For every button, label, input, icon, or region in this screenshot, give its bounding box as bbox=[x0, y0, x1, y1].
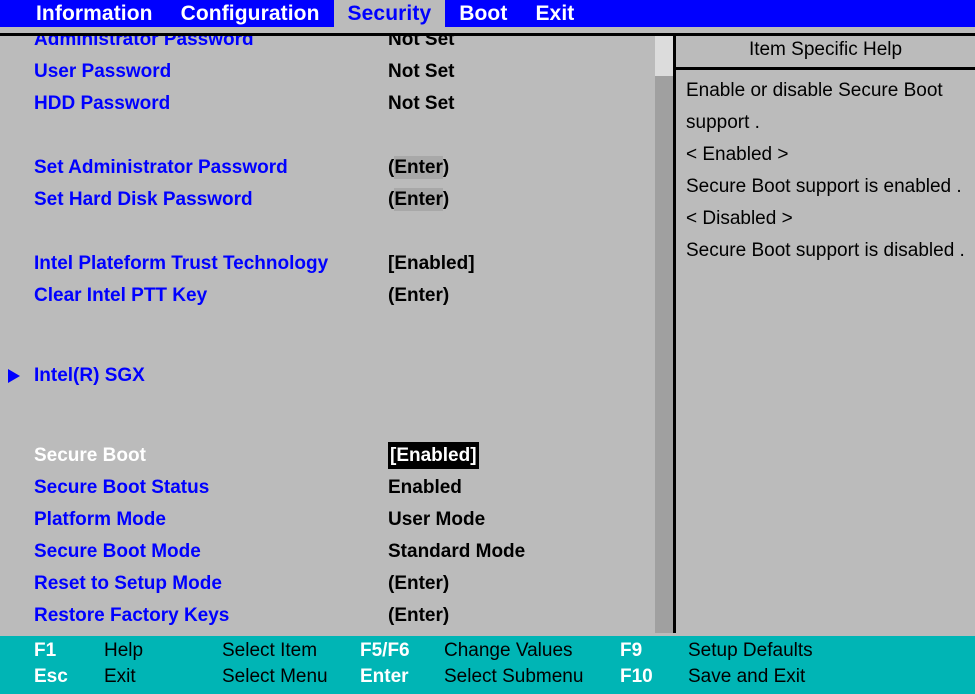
help-text-line: < Enabled > bbox=[686, 139, 966, 171]
setting-row-intel-platform-trust-technology[interactable]: Intel Plateform Trust Technology [Enable… bbox=[0, 248, 650, 280]
setting-row-set-administrator-password[interactable]: Set Administrator Password (Enter) bbox=[0, 152, 650, 184]
menu-tab-boot[interactable]: Boot bbox=[445, 0, 521, 27]
setting-value: (Enter) bbox=[388, 600, 449, 632]
key-setup-defaults-description: Setup Defaults bbox=[688, 638, 813, 664]
setting-value: Standard Mode bbox=[388, 536, 525, 568]
key-f10[interactable]: F10 bbox=[620, 664, 653, 690]
setting-label: Intel Plateform Trust Technology bbox=[34, 248, 328, 280]
setting-value: (Enter) bbox=[388, 568, 449, 600]
settings-scrollbar[interactable] bbox=[655, 33, 673, 633]
setting-label: Reset to Setup Mode bbox=[34, 568, 222, 600]
key-f1-description: Help bbox=[104, 638, 143, 664]
help-panel-title: Item Specific Help bbox=[676, 33, 975, 67]
setting-value-selected: [Enabled] bbox=[388, 442, 479, 469]
help-panel-body: Enable or disable Secure Boot support . … bbox=[686, 75, 966, 267]
setting-row-set-hard-disk-password[interactable]: Set Hard Disk Password (Enter) bbox=[0, 184, 650, 216]
submenu-arrow-icon bbox=[8, 369, 20, 383]
setting-label: Restore Factory Keys bbox=[34, 600, 229, 632]
setting-row-hdd-password[interactable]: HDD Password Not Set bbox=[0, 88, 650, 120]
setting-value: (Enter) bbox=[388, 152, 449, 184]
setting-row-clear-intel-ptt-key[interactable]: Clear Intel PTT Key (Enter) bbox=[0, 280, 650, 312]
key-enter[interactable]: Enter bbox=[360, 664, 409, 690]
setting-row-platform-mode[interactable]: Platform Mode User Mode bbox=[0, 504, 650, 536]
list-spacer bbox=[0, 312, 650, 344]
menu-tab-configuration[interactable]: Configuration bbox=[167, 0, 334, 27]
help-title-divider bbox=[676, 67, 975, 70]
menu-tab-label: Security bbox=[348, 3, 432, 24]
setting-label: Secure Boot Mode bbox=[34, 536, 201, 568]
setting-row-administrator-password[interactable]: Administrator Password Not Set bbox=[0, 33, 650, 56]
key-change-values-description: Change Values bbox=[444, 638, 573, 664]
help-text-line: < Disabled > bbox=[686, 203, 966, 235]
setting-label: Intel(R) SGX bbox=[34, 360, 145, 392]
key-f1[interactable]: F1 bbox=[34, 638, 56, 664]
key-select-menu-description: Select Menu bbox=[222, 664, 328, 690]
scrollbar-thumb[interactable] bbox=[655, 35, 673, 76]
key-f9[interactable]: F9 bbox=[620, 638, 642, 664]
bios-setup-screen: Information Configuration Security Boot … bbox=[0, 0, 975, 694]
setting-label: Administrator Password bbox=[34, 33, 254, 56]
list-spacer bbox=[0, 392, 650, 424]
setting-label: User Password bbox=[34, 56, 171, 88]
menu-tab-label: Configuration bbox=[181, 3, 320, 24]
setting-row-secure-boot-mode[interactable]: Secure Boot Mode Standard Mode bbox=[0, 536, 650, 568]
main-menu-bar: Information Configuration Security Boot … bbox=[0, 0, 975, 27]
help-text-line: Enable or disable Secure Boot bbox=[686, 75, 966, 107]
setting-label: Clear Intel PTT Key bbox=[34, 280, 207, 312]
setting-value: User Mode bbox=[388, 504, 485, 536]
settings-list: Administrator Password Not Set User Pass… bbox=[0, 33, 650, 632]
function-key-row: F1 Help Select Item F5/F6 Change Values … bbox=[0, 638, 975, 664]
menu-tab-exit[interactable]: Exit bbox=[521, 0, 588, 27]
function-key-row: Esc Exit Select Menu Enter Select Submen… bbox=[0, 664, 975, 690]
setting-label: Secure Boot Status bbox=[34, 472, 209, 504]
menu-tab-label: Information bbox=[36, 3, 153, 24]
setting-value-key: Enter bbox=[394, 156, 443, 179]
menu-tab-label: Exit bbox=[535, 3, 574, 24]
list-spacer bbox=[0, 120, 650, 152]
help-panel-divider bbox=[673, 33, 676, 633]
list-spacer bbox=[0, 216, 650, 248]
key-select-item-description: Select Item bbox=[222, 638, 317, 664]
setting-value-key: Enter bbox=[394, 188, 443, 211]
key-esc[interactable]: Esc bbox=[34, 664, 68, 690]
setting-value: (Enter) bbox=[388, 184, 449, 216]
key-select-submenu-description: Select Submenu bbox=[444, 664, 583, 690]
setting-value: Not Set bbox=[388, 88, 455, 120]
list-spacer bbox=[0, 344, 650, 360]
menu-tab-information[interactable]: Information bbox=[22, 0, 167, 27]
key-save-and-exit-description: Save and Exit bbox=[688, 664, 805, 690]
setting-value: Not Set bbox=[388, 56, 455, 88]
menu-tab-label: Boot bbox=[459, 3, 507, 24]
setting-value: Enabled bbox=[388, 472, 462, 504]
setting-row-restore-factory-keys[interactable]: Restore Factory Keys (Enter) bbox=[0, 600, 650, 632]
setting-value: (Enter) bbox=[388, 280, 449, 312]
setting-row-user-password[interactable]: User Password Not Set bbox=[0, 56, 650, 88]
key-esc-description: Exit bbox=[104, 664, 136, 690]
item-specific-help-panel: Item Specific Help Enable or disable Sec… bbox=[676, 33, 975, 633]
setting-value: Not Set bbox=[388, 33, 455, 56]
setting-label: Platform Mode bbox=[34, 504, 166, 536]
help-text-line: Secure Boot support is enabled . bbox=[686, 171, 966, 203]
list-spacer bbox=[0, 424, 650, 440]
help-text-line: Secure Boot support is disabled . bbox=[686, 235, 966, 267]
setting-label: HDD Password bbox=[34, 88, 170, 120]
function-key-bar: F1 Help Select Item F5/F6 Change Values … bbox=[0, 636, 975, 694]
setting-row-secure-boot[interactable]: Secure Boot [Enabled] bbox=[0, 440, 650, 472]
help-text-line: support . bbox=[686, 107, 966, 139]
setting-label: Set Hard Disk Password bbox=[34, 184, 253, 216]
setting-row-reset-to-setup-mode[interactable]: Reset to Setup Mode (Enter) bbox=[0, 568, 650, 600]
setting-value: [Enabled] bbox=[388, 440, 479, 472]
menu-tab-security[interactable]: Security bbox=[334, 0, 446, 27]
setting-row-intel-sgx[interactable]: Intel(R) SGX bbox=[0, 360, 650, 392]
key-f5-f6[interactable]: F5/F6 bbox=[360, 638, 410, 664]
setting-label: Secure Boot bbox=[34, 440, 146, 472]
setting-value: [Enabled] bbox=[388, 248, 475, 280]
content-top-divider bbox=[0, 33, 975, 36]
setting-row-secure-boot-status[interactable]: Secure Boot Status Enabled bbox=[0, 472, 650, 504]
setting-label: Set Administrator Password bbox=[34, 152, 288, 184]
